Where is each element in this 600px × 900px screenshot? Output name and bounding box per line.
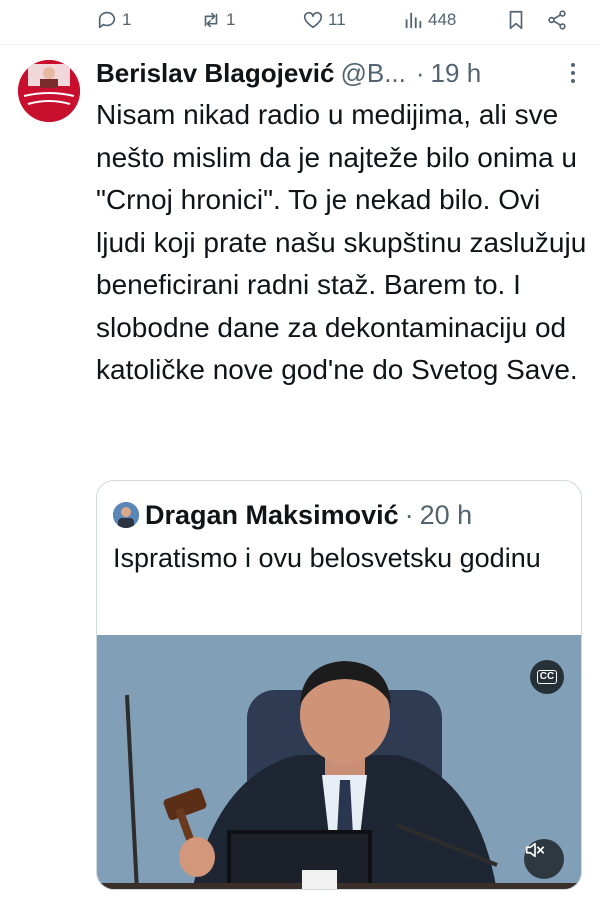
share-icon [548,10,566,30]
reply-icon [98,11,116,29]
quoted-separator: · [404,499,414,530]
more-dot-icon [571,71,575,75]
repost-count: 1 [226,10,236,29]
tweet-divider [0,44,600,45]
quoted-timestamp: 20 h [419,499,473,530]
quoted-avatar [113,502,139,528]
speaker-muted-icon [525,842,545,858]
captions-icon: CC [536,670,558,684]
avatar-image [18,60,80,122]
views-button[interactable]: 448 [402,6,456,34]
more-dot-icon [571,63,575,67]
tweet-timestamp[interactable]: 19 h [431,58,482,89]
video-frame [97,635,581,889]
header-separator: · [415,57,425,88]
quoted-avatar-image [113,502,139,528]
reply-count: 1 [122,10,132,29]
bookmark-button[interactable] [505,6,527,34]
previous-tweet-action-bar: 1 1 11 448 [0,0,600,44]
quoted-author-name: Dragan Maksimović [145,499,399,530]
reply-button[interactable]: 1 [96,6,131,34]
heart-icon [303,11,323,29]
tweet-text: Nisam nikad radio u medijima, ali sve ne… [96,99,587,385]
like-count: 11 [328,10,346,29]
repost-button[interactable]: 1 [200,6,235,34]
more-options-button[interactable] [562,58,584,88]
bookmark-icon [509,10,523,30]
video-player[interactable]: CC [97,635,581,889]
repost-icon [204,12,218,28]
quoted-tweet-text: Ispratismo i ovu belosvetsku godinu [113,543,541,573]
views-icon [405,12,422,29]
quoted-tweet-header: Dragan Maksimović · 20 h [113,495,472,535]
tweet-header: Berislav Blagojević @B... · 19 h [96,52,586,94]
like-button[interactable]: 11 [302,6,346,34]
quoted-tweet-card[interactable]: Dragan Maksimović · 20 h Ispratismo i ov… [96,480,582,890]
more-dot-icon [571,79,575,83]
mute-button[interactable] [524,839,564,879]
captions-button[interactable]: CC [530,660,564,694]
author-display-name[interactable]: Berislav Blagojević [96,58,334,89]
view-count: 448 [428,10,457,29]
share-button[interactable] [546,6,568,34]
avatar[interactable] [18,60,80,122]
author-handle[interactable]: @B... [340,58,405,89]
